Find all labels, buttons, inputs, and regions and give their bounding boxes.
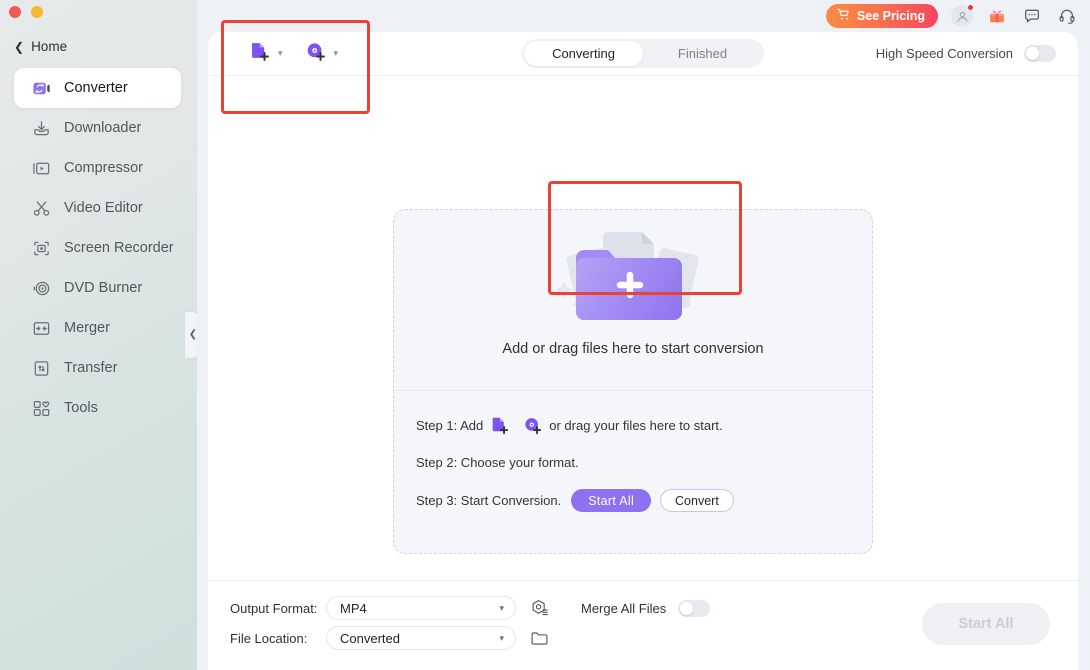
sidebar-item-label: Transfer <box>64 360 117 376</box>
sidebar-item-merger[interactable]: Merger <box>14 308 181 348</box>
add-disc-button[interactable]: ▾ <box>304 40 339 68</box>
step-2-prefix: Step 2: Choose your format. <box>416 455 579 470</box>
chevron-down-icon: ▾ <box>499 633 504 644</box>
sidebar-item-dvd-burner[interactable]: DVD Burner <box>14 268 181 308</box>
home-label: Home <box>31 39 67 54</box>
output-format-row: Output Format: MP4 ▾ Merge All Files <box>230 593 710 623</box>
steps-list: Step 1: Add or drag your files here to s… <box>416 415 858 512</box>
sidebar-item-tools[interactable]: Tools <box>14 388 181 428</box>
sidebar-item-video-editor[interactable]: Video Editor <box>14 188 181 228</box>
sidebar-item-downloader[interactable]: Downloader <box>14 108 181 148</box>
add-disc-icon[interactable] <box>522 415 543 436</box>
toolbar-add-group: ▾ ▾ <box>208 40 338 68</box>
step-1-prefix: Step 1: Add <box>416 418 483 433</box>
drop-zone-panel[interactable]: Add or drag files here to start conversi… <box>393 209 873 554</box>
toolbox-icon <box>31 398 51 418</box>
step-3-prefix: Step 3: Start Conversion. <box>416 493 561 508</box>
chevron-down-icon: ▾ <box>499 603 504 614</box>
file-location-value: Converted <box>340 631 400 646</box>
content-card: ▾ ▾ Converting Finished High Speed Conve… <box>208 32 1078 670</box>
support-headset-icon[interactable] <box>1056 5 1078 27</box>
gift-icon[interactable] <box>986 5 1008 27</box>
start-all-hint-button[interactable]: Start All <box>571 489 651 512</box>
shopping-cart-icon <box>837 8 850 24</box>
merge-all-files-group: Merge All Files <box>581 600 710 617</box>
sidebar-item-label: Screen Recorder <box>64 240 174 256</box>
add-file-icon[interactable] <box>489 415 510 436</box>
see-pricing-label: See Pricing <box>857 9 925 23</box>
sidebar-item-transfer[interactable]: Transfer <box>14 348 181 388</box>
app-window: ❮ Home Converter Downloader Compre <box>0 0 1090 670</box>
file-location-row: File Location: Converted ▾ <box>230 623 710 653</box>
step-2-row: Step 2: Choose your format. <box>416 455 858 470</box>
merge-icon <box>31 318 51 338</box>
file-location-label: File Location: <box>230 631 326 646</box>
step-3-row: Step 3: Start Conversion. Start All Conv… <box>416 489 858 512</box>
sidebar-item-label: Compressor <box>64 160 143 176</box>
convert-hint-button[interactable]: Convert <box>660 489 734 512</box>
output-format-label: Output Format: <box>230 601 326 616</box>
output-format-select[interactable]: MP4 ▾ <box>326 596 516 620</box>
transfer-icon <box>31 358 51 378</box>
main-area: See Pricing <box>197 0 1090 670</box>
tab-converting[interactable]: Converting <box>524 41 643 66</box>
content-toolbar: ▾ ▾ Converting Finished High Speed Conve… <box>208 32 1078 76</box>
merge-all-files-label: Merge All Files <box>581 601 666 616</box>
download-icon <box>31 118 51 138</box>
folder-icon[interactable] <box>530 629 549 648</box>
add-file-icon <box>248 40 271 68</box>
home-back-link[interactable]: ❮ Home <box>14 39 67 54</box>
sidebar-item-label: Downloader <box>64 120 141 136</box>
chevron-left-icon: ❮ <box>189 330 197 340</box>
high-speed-conversion-group: High Speed Conversion <box>876 45 1056 62</box>
account-avatar-icon[interactable] <box>951 5 973 27</box>
step-1-row: Step 1: Add or drag your files here to s… <box>416 415 858 436</box>
sidebar: ❮ Home Converter Downloader Compre <box>0 0 197 670</box>
sidebar-item-converter[interactable]: Converter <box>14 68 181 108</box>
add-folder-illustration[interactable] <box>538 218 728 333</box>
merge-all-files-toggle[interactable] <box>678 600 710 617</box>
chevron-down-icon: ▾ <box>334 49 339 58</box>
chevron-down-icon: ▾ <box>278 49 283 58</box>
drop-zone-top: Add or drag files here to start conversi… <box>394 210 872 390</box>
format-settings-icon[interactable] <box>530 599 549 618</box>
window-minimize-button[interactable] <box>31 6 43 18</box>
window-close-button[interactable] <box>9 6 21 18</box>
compressor-icon <box>31 158 51 178</box>
bottom-bar: Output Format: MP4 ▾ Merge All Files <box>208 580 1078 670</box>
see-pricing-button[interactable]: See Pricing <box>826 4 938 28</box>
sidebar-item-compressor[interactable]: Compressor <box>14 148 181 188</box>
bottom-controls: Output Format: MP4 ▾ Merge All Files <box>230 593 710 653</box>
high-speed-conversion-toggle[interactable] <box>1024 45 1056 62</box>
sidebar-item-screen-recorder[interactable]: Screen Recorder <box>14 228 181 268</box>
screen-record-icon <box>31 238 51 258</box>
notification-badge <box>967 4 974 11</box>
toggle-knob <box>1026 47 1039 60</box>
output-format-value: MP4 <box>340 601 367 616</box>
high-speed-conversion-label: High Speed Conversion <box>876 46 1013 61</box>
step-1-suffix: or drag your files here to start. <box>549 418 722 433</box>
sidebar-item-label: Tools <box>64 400 98 416</box>
sidebar-item-label: DVD Burner <box>64 280 142 296</box>
disc-icon <box>31 278 51 298</box>
drop-zone-caption: Add or drag files here to start conversi… <box>394 341 872 357</box>
drop-zone-divider <box>394 390 872 391</box>
sidebar-nav: Converter Downloader Compressor Video Ed… <box>0 68 197 428</box>
add-files-button[interactable]: ▾ <box>248 40 283 68</box>
status-tabs: Converting Finished <box>522 39 764 68</box>
header-actions: See Pricing <box>826 4 1078 28</box>
scissors-icon <box>31 198 51 218</box>
converter-icon <box>31 78 51 98</box>
tab-finished[interactable]: Finished <box>643 41 762 66</box>
feedback-chat-icon[interactable] <box>1021 5 1043 27</box>
chevron-left-icon: ❮ <box>14 41 24 53</box>
toggle-knob <box>680 602 693 615</box>
start-all-button[interactable]: Start All <box>922 603 1050 645</box>
sidebar-item-label: Merger <box>64 320 110 336</box>
add-disc-icon <box>304 40 327 68</box>
sidebar-item-label: Converter <box>64 80 128 96</box>
window-controls <box>9 6 43 18</box>
file-location-select[interactable]: Converted ▾ <box>326 626 516 650</box>
sidebar-item-label: Video Editor <box>64 200 143 216</box>
